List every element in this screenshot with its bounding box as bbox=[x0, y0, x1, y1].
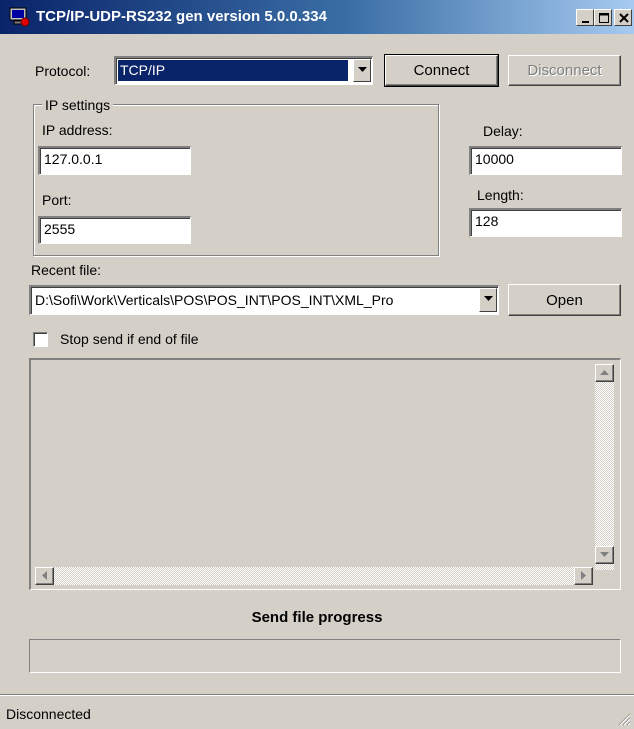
recent-file-select[interactable]: D:\Sofi\Work\Verticals\POS\POS_INT\POS_I… bbox=[29, 285, 499, 315]
port-label: Port: bbox=[42, 192, 72, 208]
delay-label: Delay: bbox=[483, 123, 523, 139]
horizontal-scrollbar[interactable] bbox=[35, 567, 593, 585]
maximize-icon bbox=[599, 13, 609, 23]
scroll-right-button[interactable] bbox=[574, 567, 593, 585]
port-value: 2555 bbox=[44, 221, 76, 237]
scroll-right-icon bbox=[581, 571, 586, 580]
length-input[interactable]: 128 bbox=[469, 208, 622, 237]
scroll-left-button[interactable] bbox=[35, 567, 54, 585]
open-button[interactable]: Open bbox=[508, 284, 621, 316]
title-bar[interactable]: TCP/IP-UDP-RS232 gen version 5.0.0.334 bbox=[0, 0, 634, 34]
vertical-scrollbar[interactable] bbox=[595, 364, 614, 570]
stop-send-label[interactable]: Stop send if end of file bbox=[60, 331, 199, 347]
recent-file-dropdown-button[interactable] bbox=[479, 288, 497, 312]
close-button[interactable] bbox=[614, 9, 632, 26]
output-log[interactable] bbox=[29, 358, 621, 590]
computer-network-icon[interactable] bbox=[9, 7, 30, 27]
app-window: TCP/IP-UDP-RS232 gen version 5.0.0.334 P… bbox=[0, 0, 634, 729]
recent-file-value: D:\Sofi\Work\Verticals\POS\POS_INT\POS_I… bbox=[35, 292, 394, 308]
size-grip-icon[interactable] bbox=[617, 712, 631, 726]
delay-input[interactable]: 10000 bbox=[469, 146, 622, 175]
progress-title: Send file progress bbox=[251, 609, 383, 626]
protocol-dropdown-button[interactable] bbox=[353, 59, 371, 82]
recent-file-label: Recent file: bbox=[31, 262, 102, 278]
protocol-select[interactable]: TCP/IP bbox=[114, 56, 373, 85]
scroll-up-button[interactable] bbox=[595, 364, 614, 382]
window-title: TCP/IP-UDP-RS232 gen version 5.0.0.334 bbox=[36, 8, 327, 25]
ip-address-label: IP address: bbox=[42, 122, 113, 138]
scroll-left-icon bbox=[42, 571, 47, 580]
port-input[interactable]: 2555 bbox=[38, 216, 191, 244]
delay-value: 10000 bbox=[475, 151, 514, 167]
minimize-button[interactable] bbox=[576, 9, 594, 26]
disconnect-button[interactable]: Disconnect bbox=[508, 55, 621, 86]
scroll-down-icon bbox=[600, 552, 609, 557]
length-label: Length: bbox=[477, 187, 524, 203]
protocol-label: Protocol: bbox=[35, 63, 91, 79]
stop-send-checkbox[interactable] bbox=[33, 332, 48, 347]
close-icon bbox=[619, 13, 629, 23]
status-bar: Disconnected bbox=[0, 694, 634, 729]
ip-settings-title: IP settings bbox=[42, 97, 114, 113]
minimize-icon bbox=[582, 21, 589, 23]
ip-address-value: 127.0.0.1 bbox=[44, 151, 103, 167]
scroll-down-button[interactable] bbox=[595, 546, 614, 564]
send-file-progress-bar bbox=[29, 639, 621, 673]
scroll-up-icon bbox=[600, 370, 609, 375]
maximize-button[interactable] bbox=[594, 9, 612, 26]
status-text: Disconnected bbox=[6, 706, 91, 722]
connect-button[interactable]: Connect bbox=[384, 54, 499, 87]
dropdown-arrow-icon bbox=[484, 296, 493, 301]
protocol-selected-value: TCP/IP bbox=[120, 62, 166, 78]
ip-address-input[interactable]: 127.0.0.1 bbox=[38, 146, 191, 175]
dropdown-arrow-icon bbox=[358, 67, 367, 72]
length-value: 128 bbox=[475, 213, 499, 229]
